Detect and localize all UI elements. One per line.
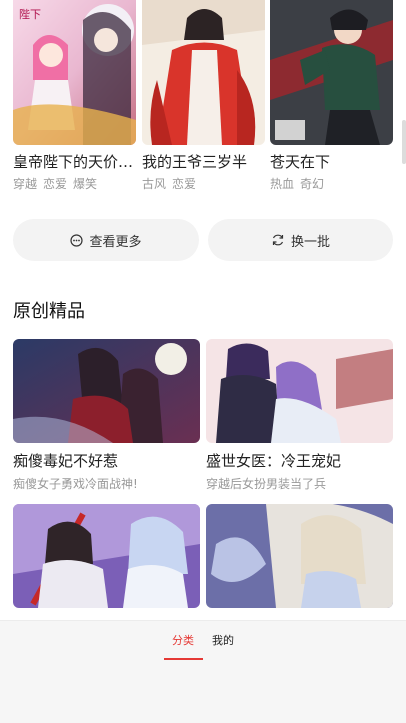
comic-title[interactable]: 苍天在下: [270, 152, 393, 172]
comic-card[interactable]: 盛世女医：冷王宠妃 穿越后女扮男装当了兵: [206, 339, 393, 491]
comic-tags: 热血 奇幻: [270, 176, 330, 192]
more-dots-icon: [70, 233, 84, 247]
comic-title[interactable]: 皇帝陛下的天价…: [13, 152, 136, 172]
comic-cover[interactable]: [13, 504, 200, 608]
comic-tag: 热血: [270, 177, 295, 191]
comic-tag: 奇幻: [300, 177, 325, 191]
comic-card[interactable]: 痴傻毒妃不好惹 痴傻女子勇戏冷面战神!: [13, 339, 200, 491]
comic-cover[interactable]: [206, 339, 393, 443]
comic-tag: 恋爱: [172, 177, 197, 191]
active-tab-indicator: [164, 658, 203, 660]
comic-tag: 爆笑: [73, 177, 98, 191]
comic-card[interactable]: 陛下 皇帝陛下的天价… 穿越 恋爱 爆笑: [13, 0, 136, 191]
refresh-icon: [271, 233, 285, 247]
comic-cover[interactable]: [142, 0, 265, 145]
comic-title[interactable]: 我的王爷三岁半: [142, 152, 265, 172]
view-more-label: 查看更多: [89, 234, 142, 250]
comic-cover[interactable]: [206, 504, 393, 608]
view-more-button[interactable]: 查看更多: [13, 219, 199, 261]
comic-cover[interactable]: 陛下: [13, 0, 136, 145]
comic-tag: 穿越: [13, 177, 38, 191]
comic-description: 穿越后女扮男装当了兵: [206, 477, 327, 491]
comic-tags: 古风 恋爱: [142, 176, 202, 192]
comic-cover[interactable]: [13, 339, 200, 443]
section-title: 原创精品: [13, 301, 85, 322]
comic-card[interactable]: [13, 504, 200, 608]
comic-title[interactable]: 痴傻毒妃不好惹: [13, 451, 118, 471]
comic-title[interactable]: 盛世女医：冷王宠妃: [206, 451, 341, 471]
tab-mine[interactable]: 我的: [212, 633, 234, 649]
recommended-comics-grid: 陛下 皇帝陛下的天价… 穿越 恋爱 爆笑 我的王爷三岁半 古风 恋爱 苍天在下 …: [0, 0, 406, 200]
comic-description: 痴傻女子勇戏冷面战神!: [13, 477, 138, 491]
scrollbar[interactable]: [402, 120, 406, 164]
refresh-batch-label: 换一批: [290, 234, 330, 250]
comic-tag: 古风: [142, 177, 167, 191]
comic-tag: 恋爱: [43, 177, 68, 191]
comic-tags: 穿越 恋爱 爆笑: [13, 176, 103, 192]
comic-card[interactable]: 我的王爷三岁半 古风 恋爱: [142, 0, 265, 191]
refresh-batch-button[interactable]: 换一批: [208, 219, 393, 261]
comic-card[interactable]: [206, 504, 393, 608]
tab-category[interactable]: 分类: [172, 633, 194, 649]
bottom-tab-bar: 分类 我的: [0, 620, 406, 723]
svg-text:陛下: 陛下: [19, 7, 41, 21]
comic-card[interactable]: 苍天在下 热血 奇幻: [270, 0, 393, 191]
comic-cover[interactable]: [270, 0, 393, 145]
